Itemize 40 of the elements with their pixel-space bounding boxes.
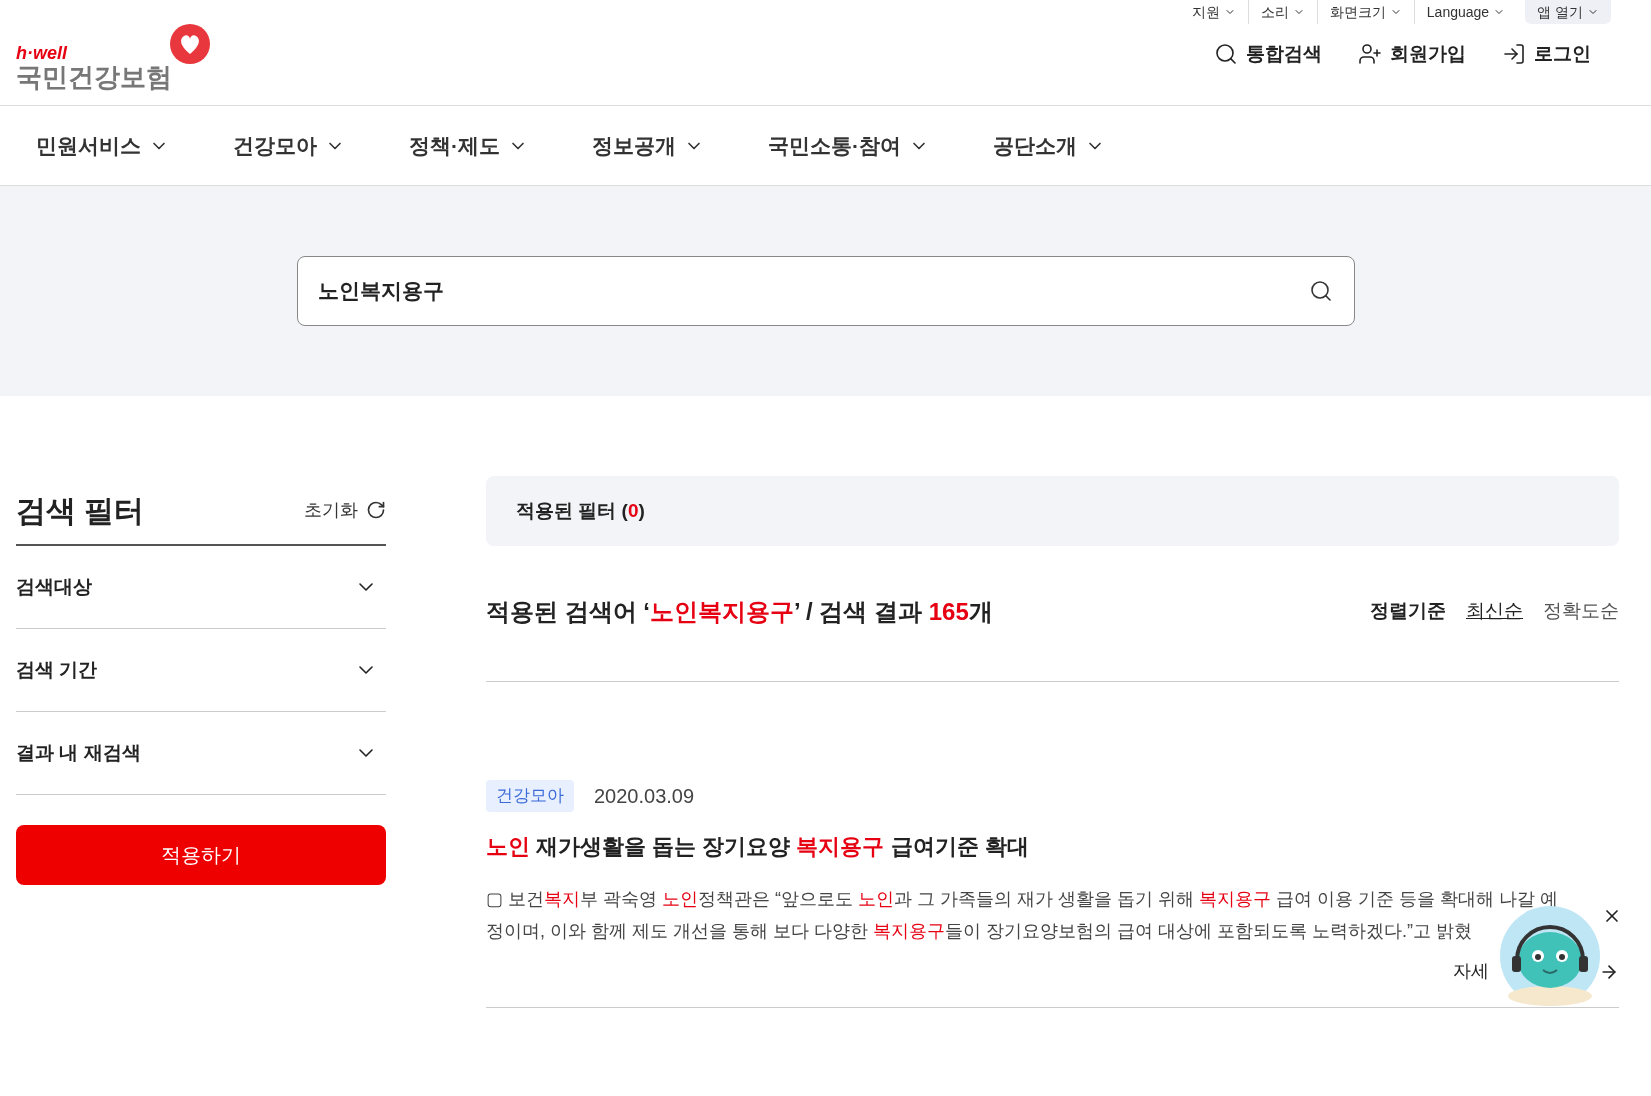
utility-link[interactable]: 화면크기 <box>1316 0 1414 24</box>
apply-button[interactable]: 적용하기 <box>16 825 386 885</box>
nav-menu-item[interactable]: 민원서비스 <box>36 129 169 162</box>
sort-option[interactable]: 최신순 <box>1466 597 1523 626</box>
utility-link[interactable]: 앱 열기 <box>1525 0 1611 24</box>
more-link[interactable]: 자세 <box>1453 958 1489 985</box>
search-icon[interactable] <box>1308 279 1333 303</box>
sort-option[interactable]: 정확도순 <box>1543 597 1619 626</box>
filter-title: 검색 필터 <box>16 492 145 529</box>
nav-menu-item[interactable]: 정보공개 <box>592 129 704 162</box>
utility-link[interactable]: 소리 <box>1247 0 1317 24</box>
header-link[interactable]: 통합검색 <box>1214 40 1322 69</box>
logo-name: 국민건강보험 <box>16 64 172 90</box>
nav-menu-item[interactable]: 공단소개 <box>993 129 1105 162</box>
result-title[interactable]: 노인 재가생활을 돕는 장기요양 복지용구 급여기준 확대 <box>486 829 1619 863</box>
sort-label: 정렬기준 <box>1370 599 1446 624</box>
result-date: 2020.03.09 <box>594 783 695 809</box>
logo-tagline: h·well <box>16 44 69 62</box>
category-tag: 건강모아 <box>486 780 574 812</box>
utility-link[interactable]: Language <box>1413 0 1518 24</box>
refresh-icon <box>366 500 386 520</box>
search-field[interactable]: 노인복지용구 <box>296 256 1355 326</box>
filter-section[interactable]: 검색 기간 <box>16 629 386 712</box>
login-icon <box>1502 42 1526 67</box>
nav-menu-item[interactable]: 건강모아 <box>233 129 345 162</box>
header-link[interactable]: 로그인 <box>1502 40 1591 69</box>
result-snippet: ▢ 보건복지부 곽숙영 노인정책관은 “앞으로도 노인과 그 가족들의 재가 생활을 돕기 위해 복지용구 급여 이용 기준 등을 확대해 나갈 예정이며, 이와 함께 제도 개선을 통해 보다 다양한 복지용구들이 장기요양보험의 급여 대상에 포함되도록 노력하겠다.”고 밝혔 <box>486 887 1560 943</box>
reset-button[interactable]: 초기화 <box>304 496 386 524</box>
logo[interactable]: h·well 국민건강보험 <box>16 24 212 90</box>
search-icon <box>1214 42 1238 67</box>
applied-filters-label: 적용된 필터 (0) <box>516 498 645 523</box>
nav-menu-item[interactable]: 정책·제도 <box>409 129 528 162</box>
header-link[interactable]: 회원가입 <box>1358 40 1466 69</box>
filter-section[interactable]: 결과 내 재검색 <box>16 712 386 795</box>
filter-section[interactable]: 검색대상 <box>16 546 386 629</box>
user-plus-icon <box>1358 42 1382 67</box>
results-summary: 적용된 검색어 ‘노인복지용구’ / 검색 결과 165개 <box>486 596 993 627</box>
nav-menu-item[interactable]: 국민소통·참여 <box>768 129 929 162</box>
chatbot-mascot-drawing[interactable] <box>1500 906 1600 1006</box>
utility-link[interactable]: 지원 <box>1179 0 1248 24</box>
